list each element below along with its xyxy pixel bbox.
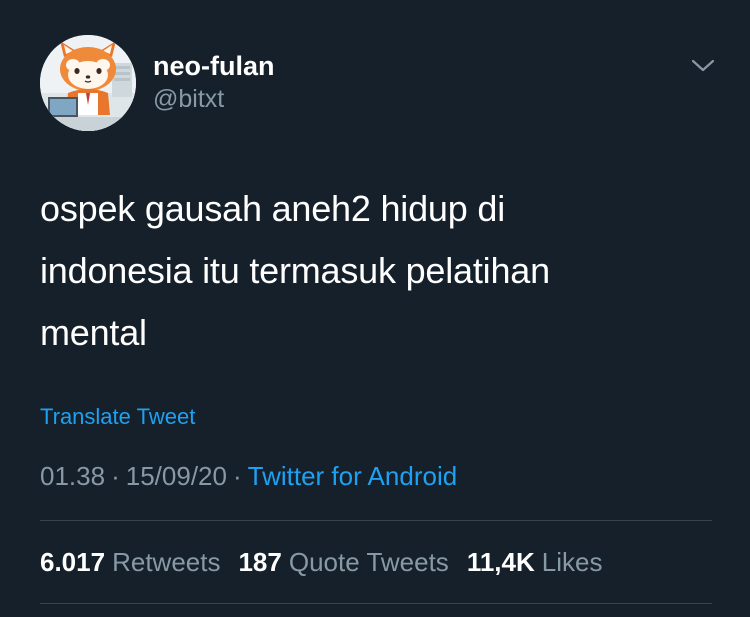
chevron-down-icon[interactable] bbox=[690, 56, 716, 76]
author-handle[interactable]: @bitxt bbox=[153, 84, 224, 114]
red-panda-avatar-image bbox=[40, 35, 136, 131]
retweets-label: Retweets bbox=[112, 547, 221, 577]
quote-tweets-count: 187 bbox=[238, 547, 282, 577]
quote-tweets-stat[interactable]: 187 Quote Tweets bbox=[238, 547, 466, 577]
likes-count: 11,4K bbox=[466, 547, 535, 577]
tweet-text-line: ospek gausah aneh2 hidup di bbox=[40, 188, 505, 229]
tweet-source-link[interactable]: Twitter for Android bbox=[248, 461, 458, 491]
likes-label: Likes bbox=[541, 547, 603, 577]
divider bbox=[40, 603, 712, 604]
meta-separator: · bbox=[111, 461, 120, 491]
translate-tweet-link[interactable]: Translate Tweet bbox=[40, 403, 195, 431]
retweets-stat[interactable]: 6.017 Retweets bbox=[40, 547, 238, 577]
tweet-text-line: mental bbox=[40, 312, 147, 353]
tweet-text: ospek gausah aneh2 hidup di indonesia it… bbox=[40, 178, 700, 364]
retweets-count: 6.017 bbox=[40, 547, 106, 577]
tweet-text-line: indonesia itu termasuk pelatihan bbox=[40, 250, 550, 291]
chevron-down-icon-svg bbox=[691, 59, 715, 72]
quote-tweets-label: Quote Tweets bbox=[288, 547, 449, 577]
tweet-metadata: 01.38 · 15/09/20 · Twitter for Android bbox=[40, 460, 457, 492]
avatar[interactable] bbox=[40, 35, 136, 131]
tweet-date[interactable]: 15/09/20 bbox=[126, 461, 227, 491]
divider bbox=[40, 520, 712, 521]
author-display-name[interactable]: neo-fulan bbox=[153, 50, 275, 82]
likes-stat[interactable]: 11,4K Likes bbox=[467, 547, 603, 577]
meta-separator: · bbox=[232, 461, 242, 491]
tweet-stats: 6.017 Retweets 187 Quote Tweets 11,4K Likes bbox=[40, 546, 602, 578]
tweet-time[interactable]: 01.38 bbox=[40, 461, 105, 491]
